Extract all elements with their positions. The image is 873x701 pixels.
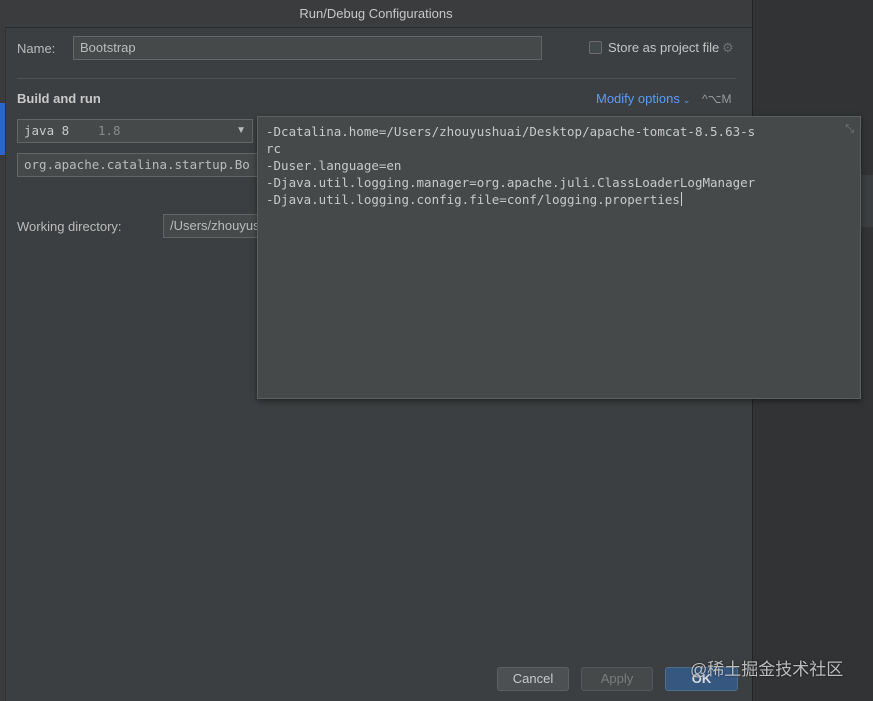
selected-configuration-indicator	[0, 103, 5, 155]
working-directory-label: Working directory:	[17, 219, 122, 234]
jdk-version: 1.8	[98, 123, 121, 138]
vm-option-line: -Djava.util.logging.manager=org.apache.j…	[266, 175, 756, 190]
jdk-select[interactable]: java 8 1.8 ▼	[17, 119, 253, 143]
vm-option-text: -Djava.util.logging.config.file=conf/log…	[266, 192, 680, 207]
text-caret	[680, 192, 682, 206]
dropdown-arrow-icon: ▼	[236, 125, 246, 136]
ide-side-panel-edge	[860, 175, 873, 227]
vm-option-line-last: -Djava.util.logging.config.file=conf/log…	[266, 191, 682, 208]
apply-button[interactable]: Apply	[581, 667, 653, 691]
name-label: Name:	[17, 41, 56, 56]
cancel-button[interactable]: Cancel	[497, 667, 569, 691]
dialog-title: Run/Debug Configurations	[0, 0, 752, 28]
vm-option-line: rc	[266, 141, 282, 156]
section-separator	[17, 78, 736, 79]
store-as-project-label[interactable]: Store as project file	[608, 40, 719, 55]
vm-options-editor-popup[interactable]: ⤡ -Dcatalina.home=/Users/zhouyushuai/Des…	[257, 116, 861, 399]
chevron-down-icon: ⌄	[682, 95, 691, 105]
configurations-tree-edge[interactable]	[0, 27, 6, 701]
modify-options-shortcut: ^⌥M	[702, 92, 732, 106]
collapse-icon[interactable]: ⤡	[845, 123, 854, 136]
main-class-input[interactable]: org.apache.catalina.startup.Bo	[17, 153, 262, 177]
vm-option-line: -Dcatalina.home=/Users/zhouyushuai/Deskt…	[266, 124, 756, 139]
working-directory-input[interactable]: /Users/zhouyus	[163, 214, 262, 238]
gear-icon[interactable]: ⚙	[722, 40, 734, 56]
vm-option-line: -Duser.language=en	[266, 158, 402, 173]
watermark: @稀土掘金技术社区	[690, 660, 844, 679]
name-input[interactable]: Bootstrap	[73, 36, 542, 60]
modify-options-label: Modify options	[596, 91, 680, 106]
jdk-name: java 8	[24, 123, 70, 138]
store-as-project-checkbox[interactable]	[589, 41, 602, 54]
modify-options-link[interactable]: Modify options ⌄	[596, 91, 690, 106]
build-and-run-heading: Build and run	[17, 91, 101, 106]
